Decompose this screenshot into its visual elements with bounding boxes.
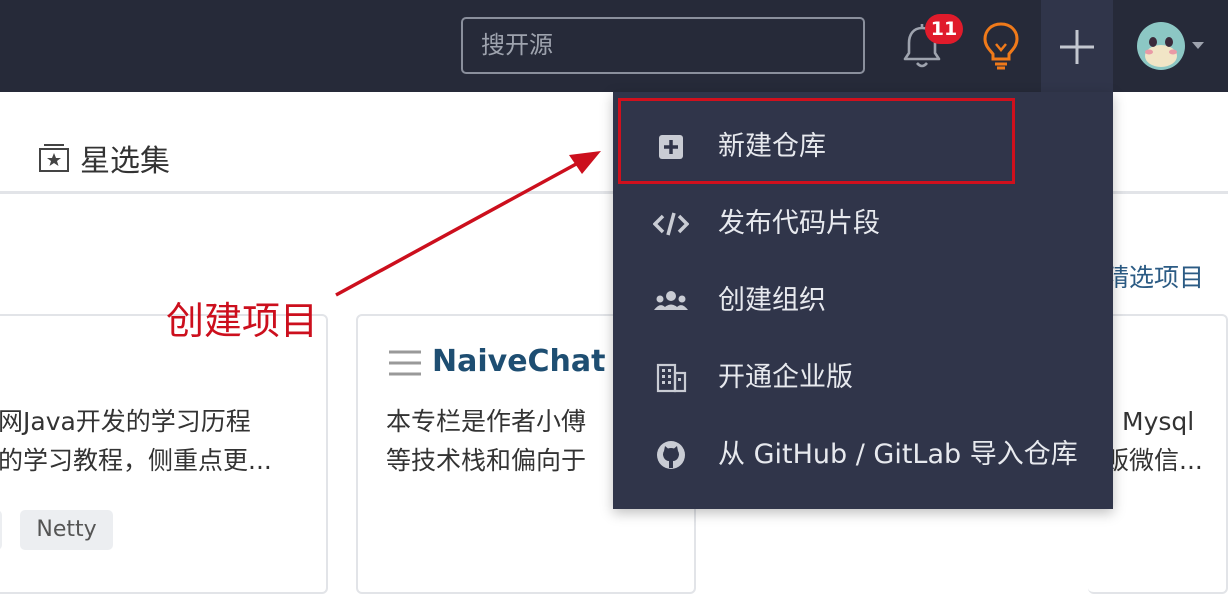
card-description-line: Mysql — [1122, 407, 1195, 436]
notification-count-badge: 11 — [925, 14, 963, 44]
search-input[interactable] — [461, 17, 865, 74]
menu-item-create-organization[interactable]: 创建组织 — [613, 271, 1113, 331]
project-title-link[interactable]: NaiveChat — [432, 344, 606, 379]
github-icon — [653, 439, 689, 471]
tag[interactable] — [0, 510, 2, 550]
create-plus-button[interactable] — [1041, 0, 1113, 92]
user-avatar-menu[interactable] — [1136, 20, 1208, 72]
card-description-line: 本专栏是作者小傅 — [386, 407, 587, 436]
tag-netty[interactable]: Netty — [20, 510, 113, 550]
code-icon — [652, 208, 690, 240]
menu-item-label: 开通企业版 — [718, 362, 853, 393]
highlight-box — [618, 98, 1015, 184]
list-icon — [389, 347, 421, 379]
tab-collections[interactable]: 星选集 — [80, 136, 170, 180]
star-collection-icon — [38, 143, 70, 173]
featured-projects-link[interactable]: 精选项目 — [1104, 258, 1204, 294]
lightbulb-icon[interactable] — [978, 20, 1024, 72]
menu-item-enterprise[interactable]: 开通企业版 — [613, 348, 1113, 408]
menu-item-publish-snippet[interactable]: 发布代码片段 — [613, 194, 1113, 254]
menu-item-import-repository[interactable]: 从 GitHub / GitLab 导入仓库 — [613, 425, 1113, 485]
card-description-line: 等技术栈和偏向于 — [386, 446, 587, 475]
card-description-line: 贩微信... — [1104, 446, 1203, 475]
users-icon — [653, 285, 689, 317]
top-navbar: 11 — [0, 0, 1228, 92]
menu-item-label: 创建组织 — [718, 285, 826, 316]
menu-item-label: 从 GitHub / GitLab 导入仓库 — [718, 439, 1078, 470]
plus-icon — [1060, 30, 1094, 64]
annotation-label: 创建项目 — [166, 299, 319, 343]
card-description-line: 的学习教程，侧重点更... — [0, 446, 272, 475]
menu-item-label: 发布代码片段 — [718, 208, 880, 239]
building-icon — [653, 362, 689, 394]
card-description-line: 网Java开发的学习历程 — [0, 407, 251, 436]
